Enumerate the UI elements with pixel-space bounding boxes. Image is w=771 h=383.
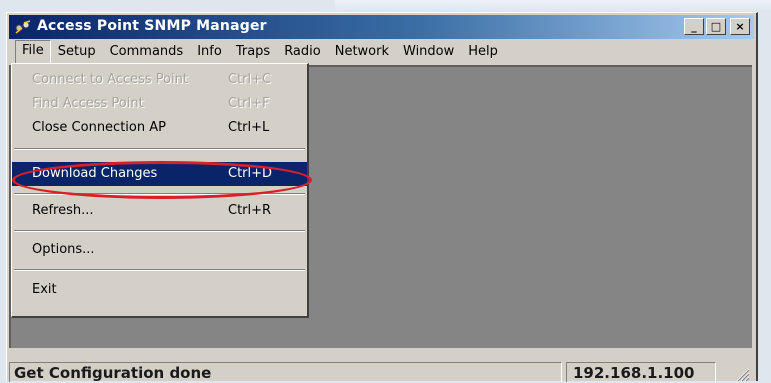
menu-setup[interactable]: Setup [51, 41, 103, 63]
menu-item-connect-access-point: Connect to Access Point Ctrl+C [12, 68, 307, 92]
background-area [335, 0, 771, 12]
menu-item-label: Exit [32, 282, 57, 297]
close-button[interactable]: × [730, 18, 750, 35]
menu-traps[interactable]: Traps [229, 41, 277, 63]
menu-network[interactable]: Network [328, 41, 396, 63]
menu-item-find-access-point: Find Access Point Ctrl+F [12, 92, 307, 116]
menu-info-label: Info [197, 44, 222, 59]
app-window: Access Point SNMP Manager _ □ × File Set… [6, 12, 758, 382]
maximize-icon: □ [710, 20, 722, 33]
menu-commands-label: Commands [109, 44, 184, 59]
menu-item-options[interactable]: Options... [12, 238, 307, 262]
window-controls: _ □ × [684, 18, 750, 35]
close-icon: × [735, 20, 745, 33]
app-icon [15, 20, 31, 34]
menu-window[interactable]: Window [396, 41, 461, 63]
menu-item-shortcut: Ctrl+C [228, 72, 272, 87]
window-title: Access Point SNMP Manager [37, 18, 267, 34]
resize-grip-icon[interactable] [732, 364, 750, 382]
title-bar[interactable]: Access Point SNMP Manager _ □ × [9, 15, 754, 39]
menu-item-refresh[interactable]: Refresh... Ctrl+R [12, 199, 307, 223]
menu-item-label: Find Access Point [32, 96, 144, 111]
menu-commands[interactable]: Commands [103, 41, 191, 63]
menu-separator [14, 269, 305, 271]
menu-item-label: Close Connection AP [32, 120, 166, 135]
menu-window-label: Window [403, 44, 455, 59]
menu-item-close-connection[interactable]: Close Connection AP Ctrl+L [12, 116, 307, 140]
menu-item-shortcut: Ctrl+F [228, 96, 270, 111]
menu-info[interactable]: Info [190, 41, 229, 63]
menu-separator [14, 148, 305, 150]
menu-radio[interactable]: Radio [277, 41, 328, 63]
menu-network-label: Network [334, 44, 389, 59]
menu-traps-label: Traps [235, 44, 271, 59]
status-bar: Get Configuration done 192.168.1.100 [9, 362, 752, 382]
annotation-highlight-ellipse [12, 161, 312, 199]
status-address: 192.168.1.100 [566, 362, 716, 382]
maximize-button[interactable]: □ [706, 18, 726, 35]
menu-help[interactable]: Help [461, 41, 505, 63]
menu-file-label: File [22, 43, 44, 58]
menu-item-label: Refresh... [32, 203, 94, 218]
menu-separator [14, 230, 305, 232]
menu-radio-label: Radio [284, 44, 321, 59]
status-message: Get Configuration done [9, 362, 562, 382]
minimize-button[interactable]: _ [684, 18, 704, 35]
menu-item-label: Connect to Access Point [32, 72, 188, 87]
menu-item-exit[interactable]: Exit [12, 278, 307, 302]
menu-setup-label: Setup [57, 44, 96, 59]
menu-item-shortcut: Ctrl+L [228, 120, 270, 135]
minimize-icon: _ [691, 20, 697, 33]
menu-bar: File Setup Commands Info Traps Radio Net… [9, 40, 754, 64]
menu-file[interactable]: File [15, 40, 51, 64]
menu-item-label: Options... [32, 242, 95, 257]
menu-item-shortcut: Ctrl+R [228, 203, 272, 218]
menu-help-label: Help [468, 44, 498, 59]
